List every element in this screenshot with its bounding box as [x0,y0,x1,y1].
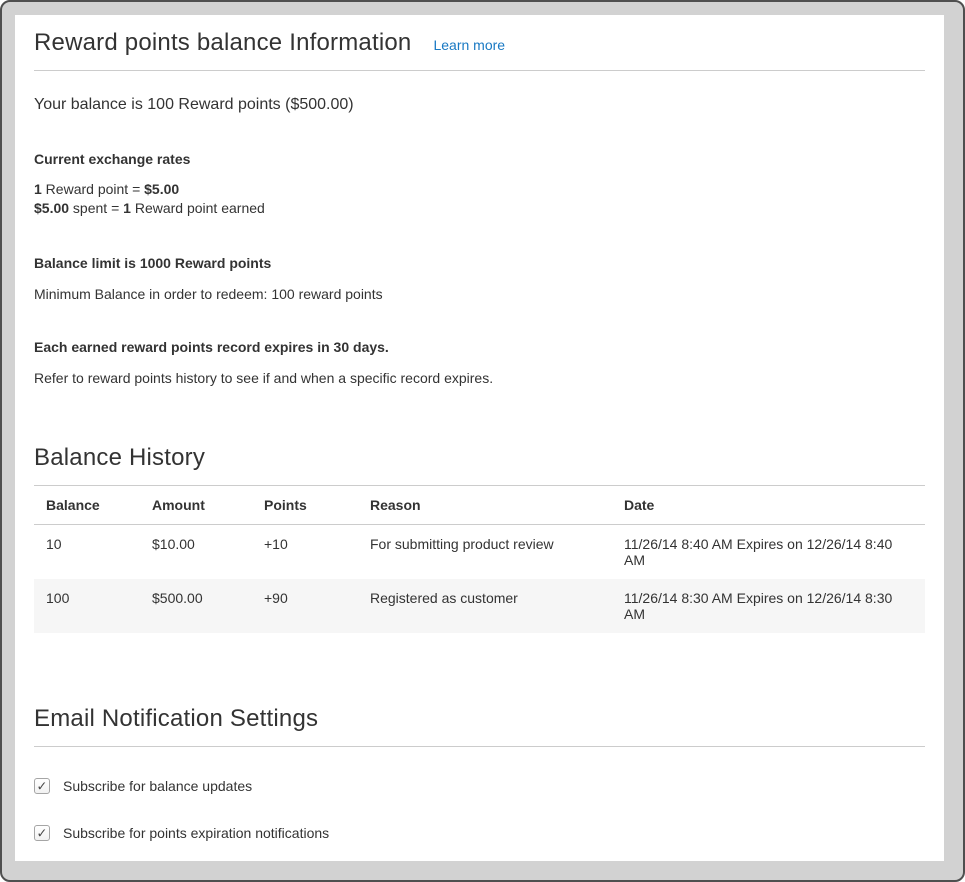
checkbox-label[interactable]: Subscribe for balance updates [63,778,252,794]
spend-mid-text: spent = [69,200,123,216]
balance-history-table: Balance Amount Points Reason Date 10 $10… [34,485,925,633]
cell-date: 11/26/14 8:40 AM Expires on 12/26/14 8:4… [612,525,925,580]
cell-points: +90 [252,579,358,633]
minimum-balance-line: Minimum Balance in order to redeem: 100 … [34,286,925,302]
column-header-date: Date [612,486,925,525]
title-row: Reward points balance Information Learn … [34,27,925,57]
cell-reason: Registered as customer [358,579,612,633]
balance-limit-heading: Balance limit is 1000 Reward points [34,255,925,271]
email-settings-heading: Email Notification Settings [34,705,925,733]
column-header-balance: Balance [34,486,140,525]
rate-currency-to-points: $5.00 spent = 1 Reward point earned [34,199,925,218]
column-header-reason: Reason [358,486,612,525]
table-header-row: Balance Amount Points Reason Date [34,486,925,525]
points-expiration-checkbox[interactable]: ✓ [34,825,50,841]
spend-currency-value: $5.00 [34,200,69,216]
balance-updates-checkbox[interactable]: ✓ [34,778,50,794]
table-row: 10 $10.00 +10 For submitting product rev… [34,525,925,580]
checkmark-icon: ✓ [37,779,48,792]
table-row: 100 $500.00 +90 Registered as customer 1… [34,579,925,633]
email-settings-divider [34,746,925,747]
rate-currency-value: $5.00 [144,181,179,197]
learn-more-link[interactable]: Learn more [433,37,505,53]
reward-points-panel: Reward points balance Information Learn … [15,15,944,861]
cell-balance: 100 [34,579,140,633]
column-header-points: Points [252,486,358,525]
spend-points-value: 1 [123,200,131,216]
expiry-heading: Each earned reward points record expires… [34,339,925,355]
title-divider [34,70,925,71]
exchange-rates-heading: Current exchange rates [34,151,925,167]
cell-date: 11/26/14 8:30 AM Expires on 12/26/14 8:3… [612,579,925,633]
cell-balance: 10 [34,525,140,580]
balance-updates-option: ✓ Subscribe for balance updates [34,778,925,794]
checkmark-icon: ✓ [37,826,48,839]
page-title: Reward points balance Information [34,29,411,57]
cell-reason: For submitting product review [358,525,612,580]
rate-mid-text: Reward point = [42,181,144,197]
balance-history-heading: Balance History [34,444,925,472]
checkbox-label[interactable]: Subscribe for points expiration notifica… [63,825,329,841]
cell-points: +10 [252,525,358,580]
column-header-amount: Amount [140,486,252,525]
cell-amount: $10.00 [140,525,252,580]
exchange-rates: 1 Reward point = $5.00 $5.00 spent = 1 R… [34,180,925,218]
points-expiration-option: ✓ Subscribe for points expiration notifi… [34,825,925,841]
balance-summary: Your balance is 100 Reward points ($500.… [34,96,925,114]
spend-tail-text: Reward point earned [131,200,265,216]
expiry-note: Refer to reward points history to see if… [34,370,925,386]
rate-points-to-currency: 1 Reward point = $5.00 [34,180,925,199]
cell-amount: $500.00 [140,579,252,633]
rate-points-value: 1 [34,181,42,197]
window-frame: Reward points balance Information Learn … [0,0,965,882]
